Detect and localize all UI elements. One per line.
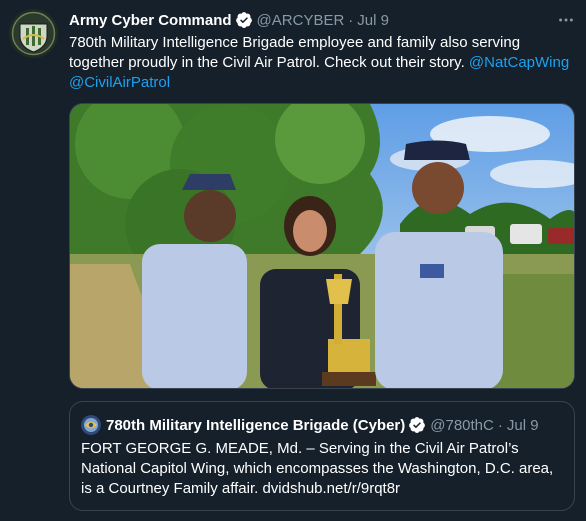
quoted-tweet-date[interactable]: Jul 9 [507,417,539,434]
army-cyber-command-emblem-icon [9,9,58,58]
brigade-emblem-icon [81,415,101,435]
quoted-author-display-name[interactable]: 780th Military Intelligence Brigade (Cyb… [106,417,405,434]
quoted-tweet[interactable]: 780th Military Intelligence Brigade (Cyb… [69,401,575,511]
verified-badge-icon [408,416,426,434]
author-avatar[interactable] [9,9,58,58]
ellipsis-icon[interactable] [556,10,576,30]
quoted-author-avatar[interactable] [81,415,101,435]
tweet[interactable]: Army Cyber Command @ARCYBER · Jul 9 780t… [0,0,586,521]
author-handle[interactable]: @ARCYBER [257,12,345,29]
tweet-photo[interactable] [69,103,575,389]
tweet-date[interactable]: Jul 9 [357,12,389,29]
author-display-name[interactable]: Army Cyber Command [69,12,232,29]
tweet-header: Army Cyber Command @ARCYBER · Jul 9 [69,10,389,30]
separator-dot: · [497,416,503,434]
tweet-text: 780th Military Intelligence Brigade empl… [69,33,574,93]
mention-link[interactable]: @CivilAirPatrol [69,74,170,91]
quoted-tweet-header: 780th Military Intelligence Brigade (Cyb… [81,415,539,435]
verified-badge-icon [235,11,253,29]
tweet-body: 780th Military Intelligence Brigade empl… [69,34,521,71]
mention-link[interactable]: @NatCapWing [469,54,569,71]
photo-family-with-trophy-icon [70,104,574,388]
quoted-author-handle[interactable]: @780thC [430,417,494,434]
separator-dot: · [348,11,354,29]
quoted-tweet-text: FORT GEORGE G. MEADE, Md. – Serving in t… [81,440,554,497]
